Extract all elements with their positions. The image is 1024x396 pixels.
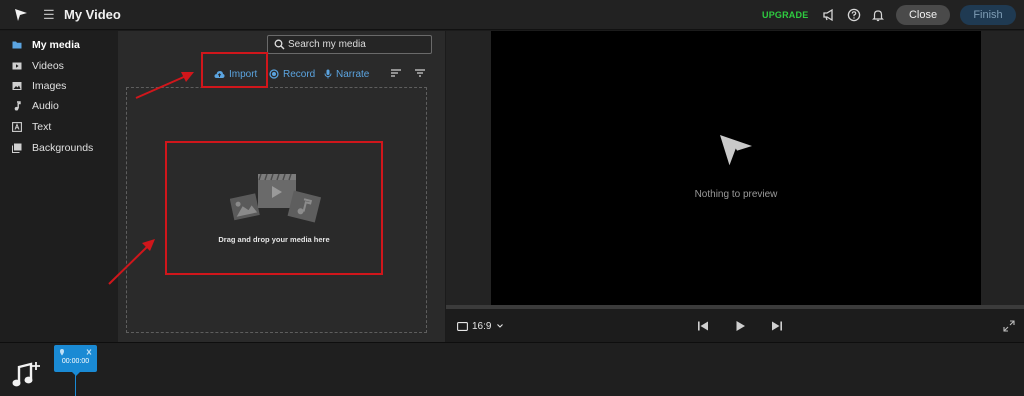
search-input[interactable]: Search my media xyxy=(267,35,432,54)
narrate-label: Narrate xyxy=(336,68,370,80)
sidebar-item-label: Videos xyxy=(32,60,64,72)
preview-logo-icon xyxy=(720,135,752,168)
text-icon xyxy=(12,122,22,132)
sort-icon[interactable] xyxy=(390,68,402,78)
sidebar-item-label: Audio xyxy=(32,100,59,112)
play-icon[interactable] xyxy=(734,320,746,332)
chevron-down-icon xyxy=(497,324,504,328)
playhead-line xyxy=(75,372,76,396)
playhead-pointer xyxy=(71,371,81,376)
media-category-sidebar: My media Videos Images Audio Text Backgr… xyxy=(0,31,118,342)
drop-zone-highlight-box xyxy=(165,141,383,275)
sidebar-item-videos[interactable]: Videos xyxy=(0,56,118,76)
notification-bell-icon[interactable] xyxy=(871,8,885,22)
image-icon xyxy=(12,82,22,90)
top-bar: ☰ My Video UPGRADE Close Finish xyxy=(0,0,1024,30)
microphone-icon xyxy=(324,69,332,79)
announcement-icon[interactable] xyxy=(822,8,836,22)
playhead-tool-icons xyxy=(60,349,92,356)
sidebar-item-my-media[interactable]: My media xyxy=(0,35,118,55)
backgrounds-icon xyxy=(12,143,22,153)
folder-icon xyxy=(12,41,22,49)
search-placeholder: Search my media xyxy=(288,39,366,50)
close-button[interactable]: Close xyxy=(896,5,950,25)
aspect-ratio-dropdown[interactable]: 16:9 xyxy=(457,320,508,332)
skip-forward-icon[interactable] xyxy=(771,320,783,332)
menu-icon[interactable]: ☰ xyxy=(43,8,55,22)
aspect-ratio-value: 16:9 xyxy=(472,320,492,332)
sidebar-item-label: My media xyxy=(32,39,80,51)
import-highlight-box xyxy=(201,52,268,88)
record-icon xyxy=(269,69,279,79)
record-label: Record xyxy=(283,68,316,80)
sidebar-item-text[interactable]: Text xyxy=(0,117,118,137)
fullscreen-icon[interactable] xyxy=(1003,320,1015,332)
screen-ratio-icon xyxy=(457,321,468,331)
narrate-button[interactable]: Narrate xyxy=(324,67,369,81)
empty-preview-text: Nothing to preview xyxy=(694,189,778,200)
help-icon[interactable] xyxy=(847,8,861,22)
sidebar-item-audio[interactable]: Audio xyxy=(0,96,118,116)
filter-icon[interactable] xyxy=(414,68,426,78)
sidebar-item-images[interactable]: Images xyxy=(0,76,118,96)
playhead-time: 00:00:00 xyxy=(61,358,90,365)
video-icon xyxy=(12,62,22,70)
sidebar-item-label: Images xyxy=(32,80,67,92)
sidebar-item-backgrounds[interactable]: Backgrounds xyxy=(0,138,118,158)
search-icon xyxy=(274,39,285,50)
add-audio-track-icon[interactable] xyxy=(10,360,42,390)
video-editor-app: ☰ My Video UPGRADE Close Finish My media xyxy=(0,0,1024,396)
sidebar-item-label: Backgrounds xyxy=(32,142,94,154)
sidebar-item-label: Text xyxy=(32,121,52,133)
playhead-marker[interactable]: 00:00:00 xyxy=(54,345,97,372)
record-button[interactable]: Record xyxy=(269,67,315,81)
timeline[interactable] xyxy=(0,342,1024,396)
finish-button[interactable]: Finish xyxy=(960,5,1016,25)
music-note-icon xyxy=(14,101,21,111)
upgrade-link[interactable]: UPGRADE xyxy=(762,10,808,20)
project-title[interactable]: My Video xyxy=(64,7,121,22)
skip-back-icon[interactable] xyxy=(697,320,709,332)
logo-icon[interactable] xyxy=(13,7,29,23)
